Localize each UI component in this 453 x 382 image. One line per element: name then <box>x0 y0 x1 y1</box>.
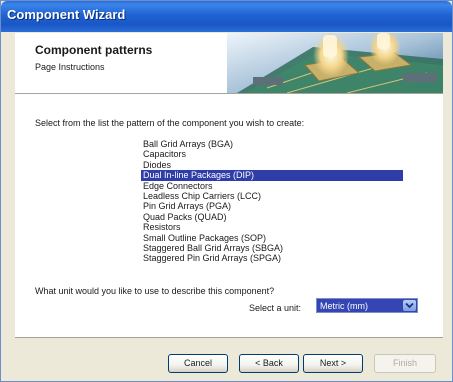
pattern-item-sop[interactable]: Small Outline Packages (SOP) <box>141 233 403 243</box>
pattern-item-capacitors[interactable]: Capacitors <box>141 149 403 159</box>
pattern-prompt: Select from the list the pattern of the … <box>35 118 305 128</box>
dropdown-button[interactable] <box>403 300 416 311</box>
pattern-item-bga[interactable]: Ball Grid Arrays (BGA) <box>141 139 403 149</box>
back-button[interactable]: < Back <box>239 354 299 373</box>
wizard-header: Component patterns Page Instructions <box>15 33 443 93</box>
pattern-item-edge-connectors[interactable]: Edge Connectors <box>141 181 403 191</box>
pattern-item-sbga[interactable]: Staggered Ball Grid Arrays (SBGA) <box>141 243 403 253</box>
cancel-button[interactable]: Cancel <box>168 354 228 373</box>
chevron-down-icon <box>405 302 414 309</box>
circuit-board-graphic <box>227 33 443 93</box>
pattern-item-pga[interactable]: Pin Grid Arrays (PGA) <box>141 201 403 211</box>
unit-question: What unit would you like to use to descr… <box>35 286 275 296</box>
next-button[interactable]: Next > <box>303 354 363 373</box>
unit-select-label: Select a unit: <box>249 303 302 313</box>
unit-select[interactable]: Metric (mm) <box>316 298 418 313</box>
component-wizard-window: Component Wizard Component patterns Page… <box>0 0 453 382</box>
page-subtitle: Page Instructions <box>35 62 105 72</box>
pattern-item-diodes[interactable]: Diodes <box>141 160 403 170</box>
window-title: Component Wizard <box>7 7 126 22</box>
pattern-item-quad[interactable]: Quad Packs (QUAD) <box>141 212 403 222</box>
finish-button[interactable]: Finish <box>374 354 436 373</box>
unit-select-value: Metric (mm) <box>320 301 368 311</box>
footer-divider <box>15 337 443 338</box>
pattern-list[interactable]: Ball Grid Arrays (BGA) Capacitors Diodes… <box>141 139 403 264</box>
page-title: Component patterns <box>35 43 153 57</box>
title-bar[interactable]: Component Wizard <box>1 1 452 32</box>
wizard-content: Select from the list the pattern of the … <box>15 94 443 337</box>
pattern-item-lcc[interactable]: Leadless Chip Carriers (LCC) <box>141 191 403 201</box>
pattern-item-resistors[interactable]: Resistors <box>141 222 403 232</box>
pattern-item-dip[interactable]: Dual In-line Packages (DIP) <box>141 170 403 181</box>
pattern-item-spga[interactable]: Staggered Pin Grid Arrays (SPGA) <box>141 253 403 263</box>
